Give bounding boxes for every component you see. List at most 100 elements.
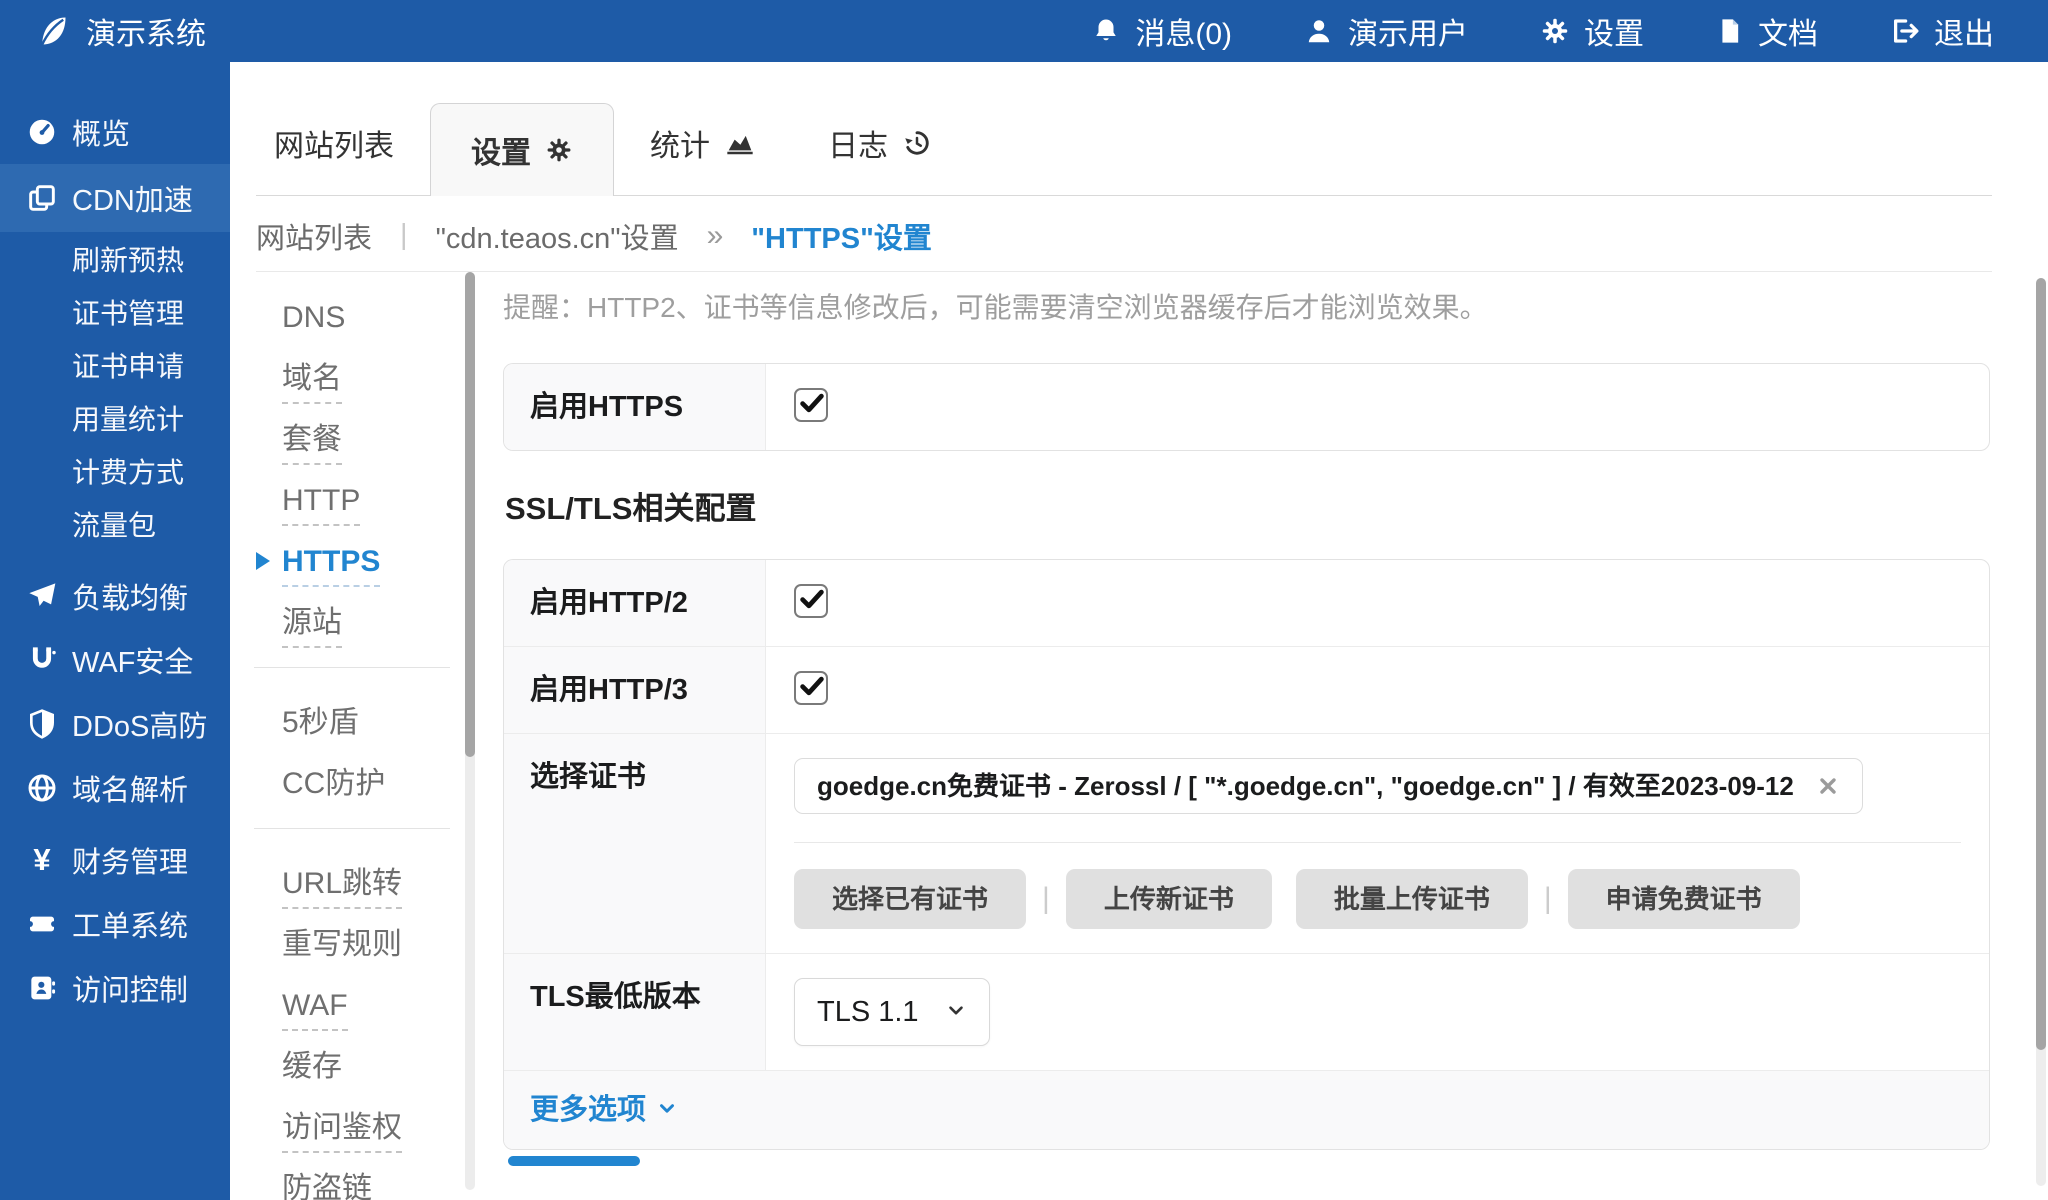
breadcrumb: 网站列表 | "cdn.teaos.cn"设置 » "HTTPS"设置 (256, 200, 1992, 272)
breadcrumb-current: "HTTPS"设置 (751, 215, 932, 257)
submenu-item-waf[interactable]: WAF (282, 989, 454, 1023)
enable-http3-checkbox[interactable] (794, 671, 828, 705)
submenu-item-domain[interactable]: 域名 (282, 362, 454, 396)
page-scrollbar-thumb[interactable] (2036, 278, 2046, 1050)
tab-bar: 网站列表 设置 统计 日志 (256, 86, 1992, 196)
logout-icon (1890, 16, 1920, 46)
remove-cert-icon[interactable] (1816, 774, 1840, 798)
history-icon (902, 128, 932, 158)
tls-min-version-label: TLS最低版本 (504, 954, 766, 1070)
gear-icon (1540, 16, 1570, 46)
submenu-scrollbar-thumb[interactable] (465, 272, 475, 757)
section-title: SSL/TLS相关配置 (505, 491, 1990, 527)
docs-button[interactable]: 文档 (1716, 9, 1818, 53)
sidebar-item-label: CDN加速 (72, 177, 193, 219)
sidebar-item-label: WAF安全 (72, 639, 193, 681)
sidebar-item-finance[interactable]: ¥ 财务管理 (0, 828, 230, 892)
docs-label: 文档 (1758, 9, 1818, 53)
gauge-icon (24, 116, 60, 148)
choose-existing-cert-button[interactable]: 选择已有证书 (794, 869, 1026, 929)
sidebar-item-label: 域名解析 (72, 767, 188, 809)
cert-badge-text: goedge.cn免费证书 - Zerossl / [ "*.goedge.cn… (817, 770, 1794, 802)
bell-icon (1091, 16, 1121, 46)
more-options-link[interactable]: 更多选项 (530, 1093, 678, 1127)
submenu-item-cache[interactable]: 缓存 (282, 1050, 454, 1084)
cert-actions-divider (794, 842, 1961, 843)
select-cert-row: 选择证书 goedge.cn免费证书 - Zerossl / [ "*.goed… (504, 733, 1989, 953)
magnet-icon (24, 644, 60, 676)
shield-icon (24, 708, 60, 740)
check-icon (797, 675, 825, 701)
brand[interactable]: 演示系统 (34, 9, 206, 53)
tab-statistics[interactable]: 统计 (614, 121, 792, 195)
submenu-item-origin[interactable]: 源站 (282, 606, 454, 640)
sidebar-item-dns[interactable]: 域名解析 (0, 756, 230, 820)
save-button-partial[interactable] (508, 1156, 640, 1166)
submenu-item-5s-shield[interactable]: 5秒盾 (282, 706, 454, 740)
tls-version-select[interactable]: TLS 1.1 (794, 978, 990, 1046)
upload-new-cert-button[interactable]: 上传新证书 (1066, 869, 1272, 929)
breadcrumb-chevron: » (707, 219, 724, 253)
sidebar-item-waf[interactable]: WAF安全 (0, 628, 230, 692)
sidebar-item-purge[interactable]: 刷新预热 (0, 232, 230, 285)
breadcrumb-site-list[interactable]: 网站列表 (256, 215, 372, 257)
sidebar-item-billing-method[interactable]: 计费方式 (0, 444, 230, 497)
sidebar-item-traffic-package[interactable]: 流量包 (0, 497, 230, 550)
tab-label: 日志 (828, 121, 888, 165)
active-pointer-icon (256, 552, 270, 570)
sidebar-item-load-balancer[interactable]: 负载均衡 (0, 564, 230, 628)
sidebar-item-cdn[interactable]: CDN加速 (0, 164, 230, 232)
tab-label: 网站列表 (274, 121, 394, 165)
ticket-icon (24, 908, 60, 940)
button-separator: | (1544, 882, 1552, 916)
submenu-item-url-redirect[interactable]: URL跳转 (282, 867, 454, 901)
sidebar-item-ddos[interactable]: DDoS高防 (0, 692, 230, 756)
logout-label: 退出 (1934, 9, 1994, 53)
topbar: 演示系统 消息(0) 演示用户 设置 (0, 0, 2048, 62)
user-menu[interactable]: 演示用户 (1304, 9, 1468, 53)
leaf-logo-icon (34, 13, 70, 49)
batch-upload-cert-button[interactable]: 批量上传证书 (1296, 869, 1528, 929)
sidebar-item-label: 财务管理 (72, 839, 188, 881)
submenu-item-rewrite-rules[interactable]: 重写规则 (282, 928, 454, 962)
sidebar-item-label: 负载均衡 (72, 575, 188, 617)
settings-label: 设置 (1584, 9, 1644, 53)
sidebar-item-cert-manage[interactable]: 证书管理 (0, 285, 230, 338)
https-settings-form: 提醒：HTTP2、证书等信息修改后，可能需要清空浏览器缓存后才能浏览效果。 启用… (503, 291, 1990, 1150)
sidebar-item-label: 概览 (72, 111, 130, 153)
logout-button[interactable]: 退出 (1890, 9, 1994, 53)
submenu-item-cc-protection[interactable]: CC防护 (282, 767, 454, 801)
submenu-divider (254, 667, 450, 668)
enable-http2-checkbox[interactable] (794, 584, 828, 618)
tab-site-list[interactable]: 网站列表 (256, 121, 430, 195)
yen-icon: ¥ (24, 842, 60, 878)
sidebar-item-cert-apply[interactable]: 证书申请 (0, 338, 230, 391)
user-label: 演示用户 (1348, 9, 1468, 53)
enable-https-checkbox[interactable] (794, 388, 828, 422)
submenu-item-http[interactable]: HTTP (282, 484, 454, 518)
submenu-item-https[interactable]: HTTPS (282, 545, 454, 579)
enable-https-row: 启用HTTPS (504, 364, 1989, 450)
apply-free-cert-button[interactable]: 申请免费证书 (1568, 869, 1800, 929)
sidebar-item-overview[interactable]: 概览 (0, 100, 230, 164)
gear-icon (545, 136, 573, 164)
settings-button[interactable]: 设置 (1540, 9, 1644, 53)
sidebar-item-usage-stats[interactable]: 用量统计 (0, 391, 230, 444)
enable-https-table: 启用HTTPS (503, 363, 1990, 451)
tab-settings[interactable]: 设置 (430, 103, 614, 196)
brand-label: 演示系统 (86, 9, 206, 53)
submenu-item-dns[interactable]: DNS (282, 301, 454, 335)
sidebar-item-tickets[interactable]: 工单系统 (0, 892, 230, 956)
enable-http3-label: 启用HTTP/3 (504, 647, 766, 733)
submenu-item-auth[interactable]: 访问鉴权 (282, 1111, 454, 1145)
cert-action-buttons: 选择已有证书 | 上传新证书 批量上传证书 | 申请免费证书 (794, 869, 1961, 929)
messages-button[interactable]: 消息(0) (1091, 9, 1232, 53)
submenu-item-hotlink[interactable]: 防盗链 (282, 1172, 454, 1200)
submenu-item-plan[interactable]: 套餐 (282, 423, 454, 457)
sidebar-item-label: 访问控制 (72, 967, 188, 1009)
breadcrumb-site-settings[interactable]: "cdn.teaos.cn"设置 (436, 215, 679, 257)
tls-version-value: TLS 1.1 (817, 995, 919, 1029)
tab-logs[interactable]: 日志 (792, 121, 968, 195)
sidebar-item-access-control[interactable]: 访问控制 (0, 956, 230, 1020)
breadcrumb-separator: | (400, 219, 408, 252)
